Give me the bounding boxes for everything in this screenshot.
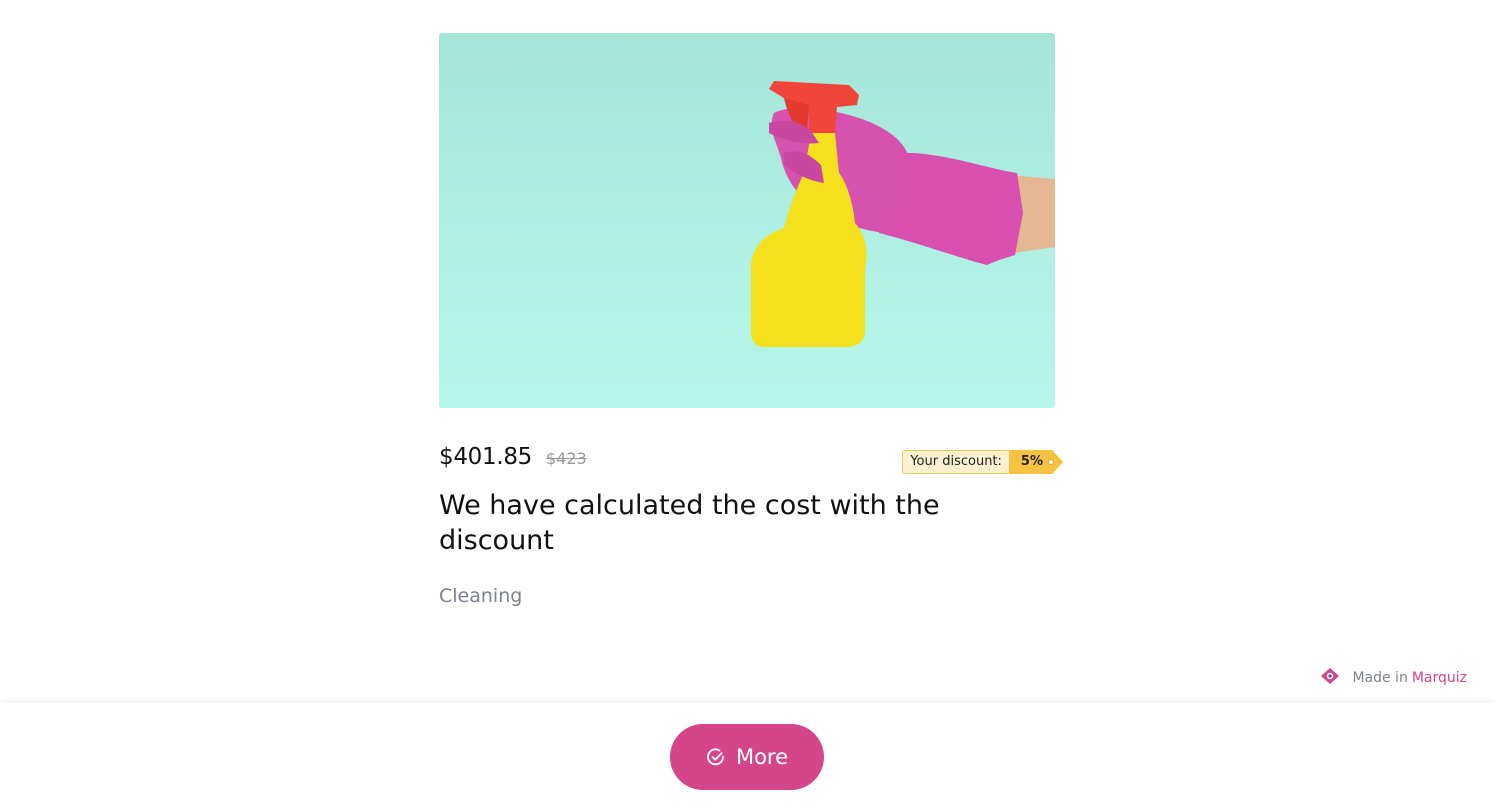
original-price: $423 [546, 449, 587, 468]
discount-label: Your discount: [902, 450, 1009, 474]
brand-name: Marquiz [1411, 670, 1467, 686]
discount-tag: Your discount: 5% [902, 450, 1063, 474]
result-title: We have calculated the cost with the dis… [439, 490, 940, 556]
product-image [439, 33, 1055, 408]
check-circle-icon [706, 747, 726, 767]
made-in-marquiz-link[interactable]: Made in Marquiz [1320, 667, 1467, 689]
product-card: $401.85 $423 Your discount: 5% We have c… [439, 33, 1063, 607]
footer-bar: More [0, 703, 1495, 808]
discounted-price: $401.85 [439, 444, 533, 470]
discount-value-badge: 5% [1008, 450, 1063, 474]
product-category: Cleaning [439, 585, 523, 607]
more-button-label: More [735, 745, 789, 769]
discount-value: 5% [1020, 454, 1043, 469]
tag-hole-icon [1048, 459, 1054, 465]
made-in-prefix: Made in [1352, 670, 1408, 686]
result-page: $401.85 $423 Your discount: 5% We have c… [0, 0, 1495, 808]
marquiz-logo-icon [1320, 667, 1340, 689]
price-row: $401.85 $423 Your discount: 5% [439, 438, 1063, 474]
more-button[interactable]: More [670, 724, 824, 790]
